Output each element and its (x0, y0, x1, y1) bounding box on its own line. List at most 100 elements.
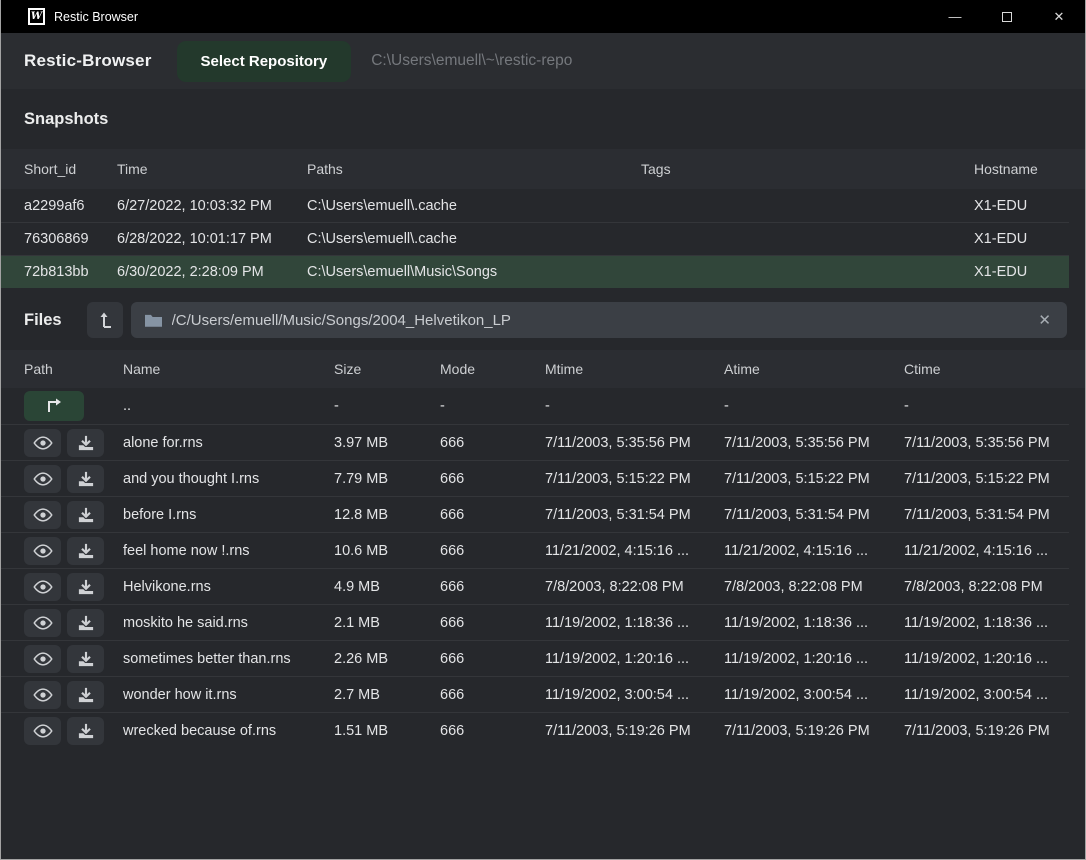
snapshot-paths: C:\Users\emuell\.cache (307, 198, 641, 214)
maximize-icon (1002, 12, 1012, 22)
preview-button[interactable] (24, 717, 61, 745)
snapshot-short-id: 72b813bb (24, 264, 117, 280)
app-window: W Restic Browser — ✕ Restic-Browser Sele… (0, 0, 1086, 860)
snapshot-row-selected[interactable]: 72b813bb 6/30/2022, 2:28:09 PM C:\Users\… (1, 255, 1069, 288)
file-mtime: 7/11/2003, 5:19:26 PM (545, 723, 724, 739)
folder-icon (145, 313, 162, 327)
download-button[interactable] (67, 609, 104, 637)
file-name: Helvikone.rns (123, 579, 334, 595)
download-button[interactable] (67, 429, 104, 457)
download-icon (78, 651, 94, 667)
download-icon (78, 723, 94, 739)
file-name: moskito he said.rns (123, 615, 334, 631)
file-ctime: 11/19/2002, 1:20:16 ... (904, 651, 1069, 667)
titlebar-left: W Restic Browser (1, 8, 138, 25)
select-repository-button[interactable]: Select Repository (177, 41, 352, 82)
file-actions (24, 609, 123, 637)
eye-icon (33, 508, 53, 522)
file-ctime: 7/11/2003, 5:19:26 PM (904, 723, 1069, 739)
preview-button[interactable] (24, 681, 61, 709)
file-row[interactable]: sometimes better than.rns 2.26 MB 666 11… (1, 640, 1069, 676)
col-atime: Atime (724, 361, 904, 377)
col-mode: Mode (440, 361, 545, 377)
file-mode: 666 (440, 651, 545, 667)
file-atime: 7/11/2003, 5:35:56 PM (724, 435, 904, 451)
file-name: and you thought I.rns (123, 471, 334, 487)
download-button[interactable] (67, 717, 104, 745)
titlebar: W Restic Browser — ✕ (1, 0, 1085, 33)
minimize-icon: — (949, 9, 962, 24)
file-row[interactable]: wrecked because of.rns 1.51 MB 666 7/11/… (1, 712, 1069, 748)
file-row[interactable]: moskito he said.rns 2.1 MB 666 11/19/200… (1, 604, 1069, 640)
download-button[interactable] (67, 645, 104, 673)
file-size: 1.51 MB (334, 723, 440, 739)
download-button[interactable] (67, 501, 104, 529)
eye-icon (33, 688, 53, 702)
files-title: Files (24, 311, 62, 330)
clear-path-button[interactable]: ✕ (1036, 311, 1053, 329)
eye-icon (33, 472, 53, 486)
file-name: alone for.rns (123, 435, 334, 451)
preview-button[interactable] (24, 609, 61, 637)
snapshot-short-id: 76306869 (24, 231, 117, 247)
preview-button[interactable] (24, 501, 61, 529)
preview-button[interactable] (24, 465, 61, 493)
maximize-button[interactable] (981, 0, 1033, 33)
file-row[interactable]: Helvikone.rns 4.9 MB 666 7/8/2003, 8:22:… (1, 568, 1069, 604)
file-atime: 11/21/2002, 4:15:16 ... (724, 543, 904, 559)
up-arrow-icon (97, 311, 113, 329)
window-title: Restic Browser (54, 10, 138, 24)
file-size: 3.97 MB (334, 435, 440, 451)
preview-button[interactable] (24, 537, 61, 565)
close-button[interactable]: ✕ (1033, 0, 1085, 33)
snapshot-time: 6/27/2022, 10:03:32 PM (117, 198, 307, 214)
download-button[interactable] (67, 537, 104, 565)
file-mtime: 7/11/2003, 5:35:56 PM (545, 435, 724, 451)
snapshot-hostname: X1-EDU (974, 231, 1069, 247)
col-name: Name (123, 361, 334, 377)
parent-directory-row[interactable]: .. - - - - - (1, 388, 1069, 424)
preview-button[interactable] (24, 645, 61, 673)
col-path: Path (24, 361, 123, 377)
snapshot-row[interactable]: a2299af6 6/27/2022, 10:03:32 PM C:\Users… (1, 189, 1069, 222)
download-icon (78, 543, 94, 559)
col-time: Time (117, 161, 307, 177)
preview-button[interactable] (24, 573, 61, 601)
file-actions (24, 717, 123, 745)
file-actions (24, 501, 123, 529)
file-mtime: 7/11/2003, 5:15:22 PM (545, 471, 724, 487)
snapshot-row[interactable]: 76306869 6/28/2022, 10:01:17 PM C:\Users… (1, 222, 1069, 255)
file-mode: 666 (440, 615, 545, 631)
current-path-field[interactable]: /C/Users/emuell/Music/Songs/2004_Helveti… (131, 302, 1067, 338)
file-row[interactable]: alone for.rns 3.97 MB 666 7/11/2003, 5:3… (1, 424, 1069, 460)
file-mode: 666 (440, 543, 545, 559)
col-hostname: Hostname (974, 161, 1085, 177)
file-atime: 11/19/2002, 1:18:36 ... (724, 615, 904, 631)
navigate-up-button[interactable] (87, 302, 123, 338)
snapshot-time: 6/28/2022, 10:01:17 PM (117, 231, 307, 247)
file-size: 4.9 MB (334, 579, 440, 595)
minimize-button[interactable]: — (929, 0, 981, 33)
file-size: 7.79 MB (334, 471, 440, 487)
snapshot-hostname: X1-EDU (974, 264, 1069, 280)
download-button[interactable] (67, 681, 104, 709)
col-short-id: Short_id (24, 161, 117, 177)
file-name: wrecked because of.rns (123, 723, 334, 739)
download-button[interactable] (67, 465, 104, 493)
window-controls: — ✕ (929, 0, 1085, 33)
up-right-arrow-icon (45, 398, 63, 414)
download-icon (78, 471, 94, 487)
file-actions (24, 537, 123, 565)
close-icon: ✕ (1054, 9, 1065, 25)
file-row[interactable]: before I.rns 12.8 MB 666 7/11/2003, 5:31… (1, 496, 1069, 532)
col-ctime: Ctime (904, 361, 1085, 377)
file-row[interactable]: wonder how it.rns 2.7 MB 666 11/19/2002,… (1, 676, 1069, 712)
preview-button[interactable] (24, 429, 61, 457)
file-row[interactable]: feel home now !.rns 10.6 MB 666 11/21/20… (1, 532, 1069, 568)
go-to-parent-button[interactable] (24, 391, 84, 421)
file-row[interactable]: and you thought I.rns 7.79 MB 666 7/11/2… (1, 460, 1069, 496)
app-header: Restic-Browser Select Repository C:\User… (1, 33, 1085, 89)
download-button[interactable] (67, 573, 104, 601)
snapshot-paths: C:\Users\emuell\.cache (307, 231, 641, 247)
file-name: before I.rns (123, 507, 334, 523)
